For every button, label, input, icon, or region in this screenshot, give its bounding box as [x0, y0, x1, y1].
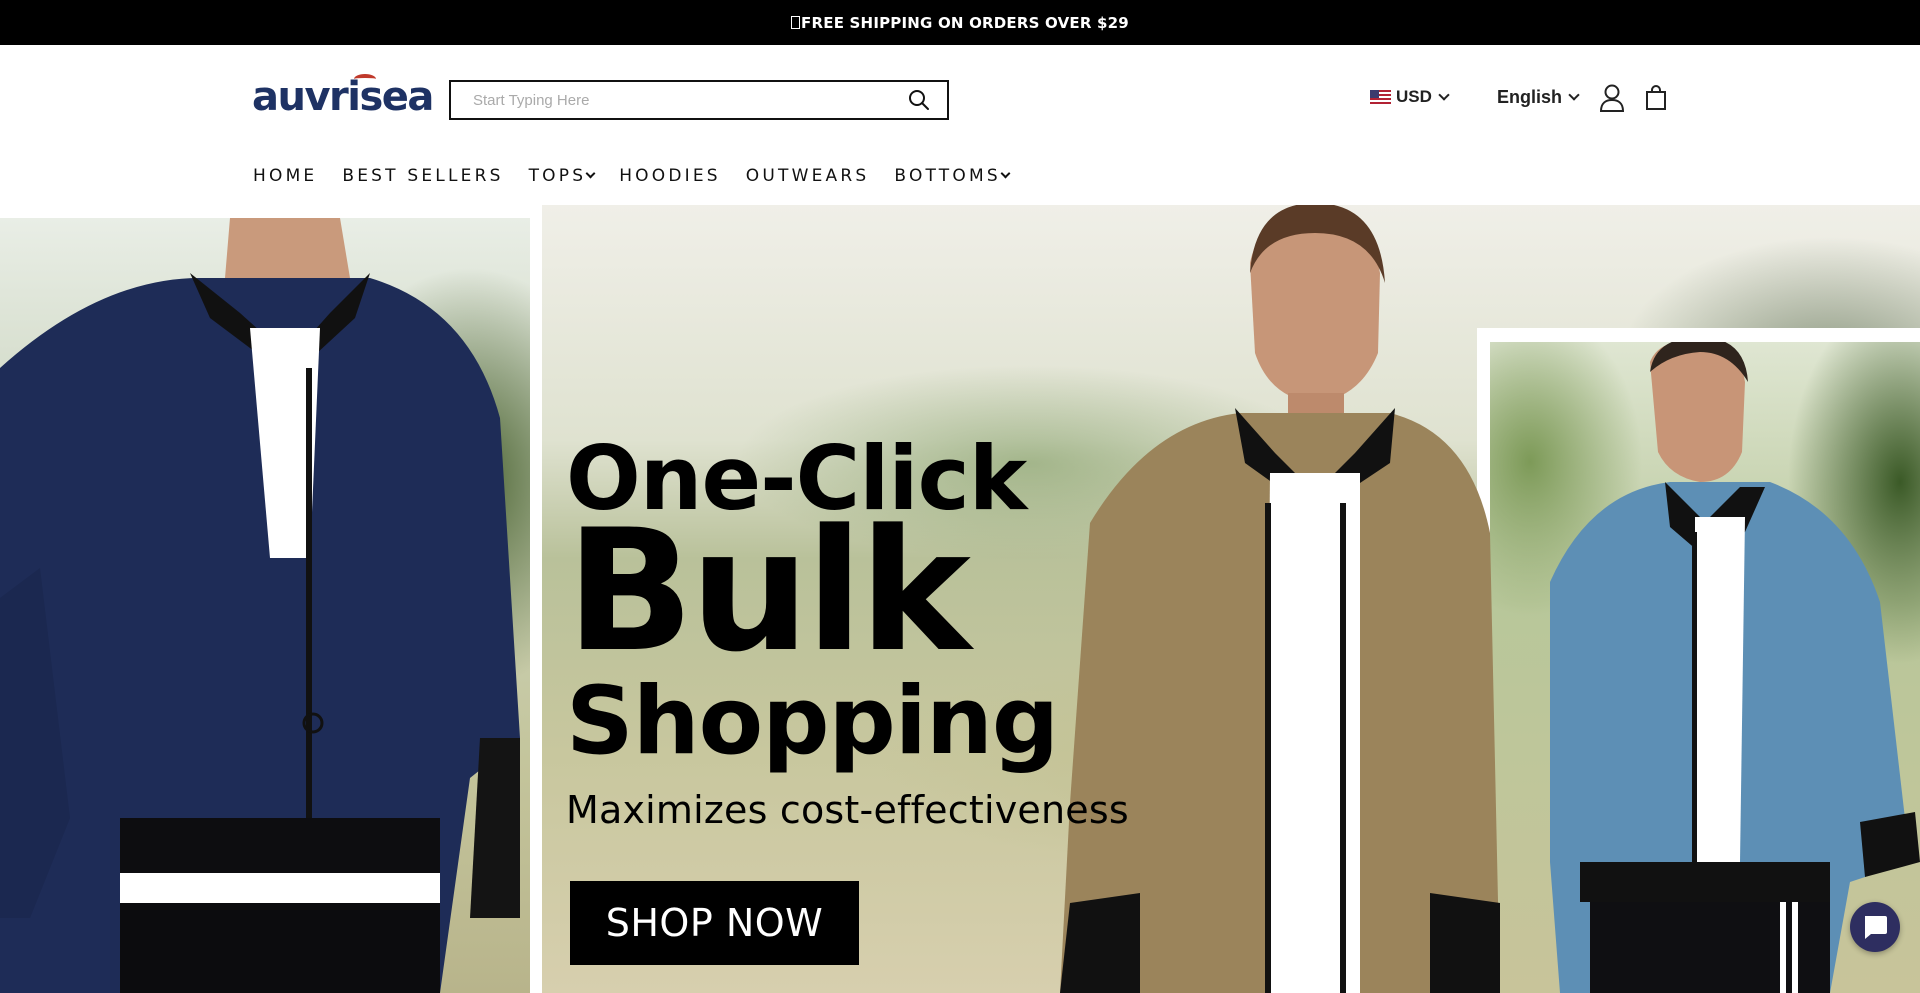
currency-label: USD [1396, 87, 1432, 106]
brand-logo[interactable]: auvrisea [252, 74, 434, 120]
nav-bottoms[interactable]: BOTTOMS [894, 166, 1011, 186]
model-navy-jacket-image [0, 218, 520, 993]
announcement-text: FREE SHIPPING ON ORDERS OVER $29 [801, 13, 1129, 32]
hero-banner[interactable]: One-Click Bulk Shopping Maximizes cost-e… [0, 205, 1920, 993]
chevron-down-icon [585, 168, 596, 179]
hero-subtitle: Maximizes cost-effectiveness [566, 788, 1129, 832]
shopping-bag-icon [1646, 85, 1666, 110]
chat-launcher-button[interactable] [1850, 902, 1900, 952]
chevron-down-icon [1568, 89, 1580, 101]
brand-logo-text: auvrisea [252, 74, 434, 120]
announcement-glyph [791, 16, 801, 29]
nav-outwears[interactable]: OUTWEARS [746, 166, 870, 186]
chat-icon [1865, 916, 1887, 939]
nav-tops[interactable]: TOPS [528, 166, 596, 186]
nav-best-sellers[interactable]: BEST SELLERS [342, 166, 503, 186]
hero-headline-line3: Shopping [566, 667, 1059, 776]
model-blue-jacket-image [1550, 342, 1920, 993]
search-bar [449, 80, 949, 120]
nav-best-sellers-label: BEST SELLERS [342, 166, 504, 186]
account-button[interactable] [1597, 83, 1627, 113]
site-header: auvrisea USD English HOME BE [0, 45, 1920, 205]
search-button[interactable] [891, 82, 947, 118]
user-icon [1599, 84, 1625, 112]
search-icon [909, 90, 929, 110]
nav-tops-label: TOPS [528, 166, 587, 186]
nav-bottoms-label: BOTTOMS [894, 166, 1001, 186]
nav-hoodies[interactable]: HOODIES [619, 166, 721, 186]
language-label: English [1497, 87, 1563, 107]
language-selector[interactable]: English [1497, 87, 1580, 108]
logo-accent [354, 74, 376, 84]
model-tan-jacket-image [1060, 205, 1500, 993]
nav-outwears-label: OUTWEARS [745, 166, 870, 186]
cart-button[interactable] [1641, 83, 1671, 113]
us-flag-icon [1370, 90, 1391, 104]
chevron-down-icon [1438, 88, 1450, 101]
nav-hoodies-label: HOODIES [619, 166, 721, 186]
main-nav: HOME BEST SELLERS TOPS HOODIES OUTWEARS … [253, 166, 1034, 186]
photo-divider [530, 205, 542, 993]
currency-selector[interactable]: USD [1370, 87, 1450, 107]
shop-now-button[interactable]: SHOP NOW [570, 881, 859, 965]
chevron-down-icon [1000, 168, 1011, 179]
nav-home[interactable]: HOME [253, 166, 317, 186]
announcement-bar: FREE SHIPPING ON ORDERS OVER $29 [0, 0, 1920, 45]
nav-home-label: HOME [253, 166, 318, 186]
search-input[interactable] [451, 82, 891, 118]
hero-headline-line2: Bulk [566, 493, 971, 689]
